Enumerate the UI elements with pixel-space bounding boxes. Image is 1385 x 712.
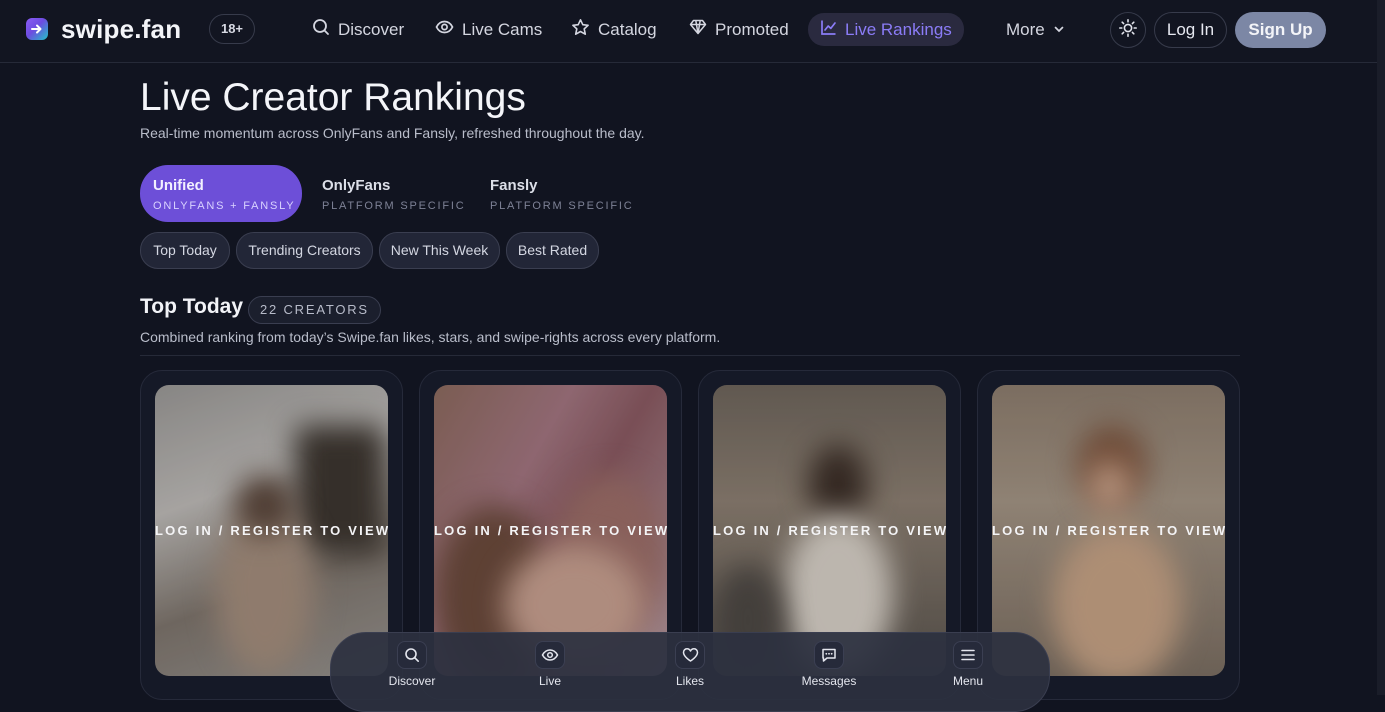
creator-count-badge: 22 CREATORS — [248, 296, 381, 324]
star-icon — [571, 18, 590, 42]
bottom-nav-live[interactable]: Live — [515, 641, 585, 688]
scrollbar[interactable] — [1377, 0, 1385, 695]
section-title: Top Today — [140, 295, 244, 318]
nav-live-rankings[interactable]: Live Rankings — [808, 13, 964, 46]
nav-label: Catalog — [598, 19, 657, 39]
search-icon — [397, 641, 427, 669]
nav-discover[interactable]: Discover — [312, 13, 404, 46]
diamond-icon — [689, 18, 707, 41]
login-to-view-label: LOG IN / REGISTER TO VIEW — [713, 523, 946, 538]
nav-label: Live Cams — [462, 19, 543, 39]
nav-live-cams[interactable]: Live Cams — [435, 13, 542, 46]
section-divider — [140, 355, 1240, 356]
theme-toggle-button[interactable] — [1110, 12, 1146, 48]
bottom-nav-label: Menu — [952, 674, 984, 688]
bottom-nav-label: Likes — [675, 674, 704, 688]
nav-label: Promoted — [715, 19, 789, 39]
bottom-nav-likes[interactable]: Likes — [655, 641, 725, 688]
filter-new-this-week[interactable]: New This Week — [379, 232, 500, 269]
nav-label: Live Rankings — [845, 19, 952, 39]
age-badge: 18+ — [209, 14, 255, 44]
tab-onlyfans[interactable]: OnlyFans PLATFORM SPECIFIC — [322, 165, 466, 222]
filter-top-today[interactable]: Top Today — [140, 232, 230, 269]
brand-name[interactable]: swipe.fan — [61, 14, 181, 45]
menu-icon — [953, 641, 983, 669]
nav-label: Discover — [338, 19, 405, 39]
login-to-view-label: LOG IN / REGISTER TO VIEW — [992, 523, 1225, 538]
message-icon — [814, 641, 844, 669]
heart-icon — [675, 641, 705, 669]
bottom-nav-messages[interactable]: Messages — [794, 641, 864, 688]
logo-icon[interactable] — [26, 18, 48, 40]
bottom-nav: Discover Live Likes Messages Menu — [330, 632, 1050, 712]
tab-fansly[interactable]: Fansly PLATFORM SPECIFIC — [490, 165, 634, 222]
page-subtitle: Real-time momentum across OnlyFans and F… — [140, 125, 645, 141]
eye-icon — [435, 18, 454, 41]
bottom-nav-menu[interactable]: Menu — [933, 641, 1003, 688]
filter-trending-creators[interactable]: Trending Creators — [236, 232, 373, 269]
chart-icon — [820, 19, 837, 41]
login-to-view-label: LOG IN / REGISTER TO VIEW — [434, 523, 667, 538]
blurred-photo[interactable]: LOG IN / REGISTER TO VIEW — [155, 385, 388, 676]
chevron-down-icon — [1053, 20, 1065, 40]
search-icon — [312, 18, 330, 41]
blurred-photo[interactable]: LOG IN / REGISTER TO VIEW — [992, 385, 1225, 676]
bottom-nav-label: Discover — [388, 674, 436, 688]
tab-label: Fansly — [490, 177, 538, 194]
nav-more-label: More — [1006, 19, 1045, 39]
bottom-nav-label: Messages — [801, 674, 857, 688]
section-description: Combined ranking from today’s Swipe.fan … — [140, 329, 721, 345]
nav-more[interactable]: More — [1006, 13, 1065, 46]
bottom-nav-discover[interactable]: Discover — [377, 641, 447, 688]
tab-sublabel: PLATFORM SPECIFIC — [322, 200, 466, 212]
filter-best-rated[interactable]: Best Rated — [506, 232, 599, 269]
tab-sublabel: ONLYFANS + FANSLY — [153, 200, 296, 212]
tab-label: OnlyFans — [322, 177, 391, 194]
login-button[interactable]: Log In — [1154, 12, 1227, 48]
tab-sublabel: PLATFORM SPECIFIC — [490, 200, 634, 212]
eye-icon — [535, 641, 565, 669]
signup-button[interactable]: Sign Up — [1235, 12, 1326, 48]
nav-catalog[interactable]: Catalog — [571, 13, 657, 46]
top-nav: swipe.fan 18+ Discover Live Cams Catalog… — [0, 0, 1377, 63]
login-to-view-label: LOG IN / REGISTER TO VIEW — [155, 523, 388, 538]
tab-label: Unified — [153, 177, 204, 194]
tab-unified[interactable]: Unified ONLYFANS + FANSLY — [140, 165, 302, 222]
bottom-nav-label: Live — [538, 674, 561, 688]
nav-promoted[interactable]: Promoted — [689, 13, 789, 46]
page-title: Live Creator Rankings — [140, 76, 526, 119]
sun-icon — [1118, 18, 1138, 43]
